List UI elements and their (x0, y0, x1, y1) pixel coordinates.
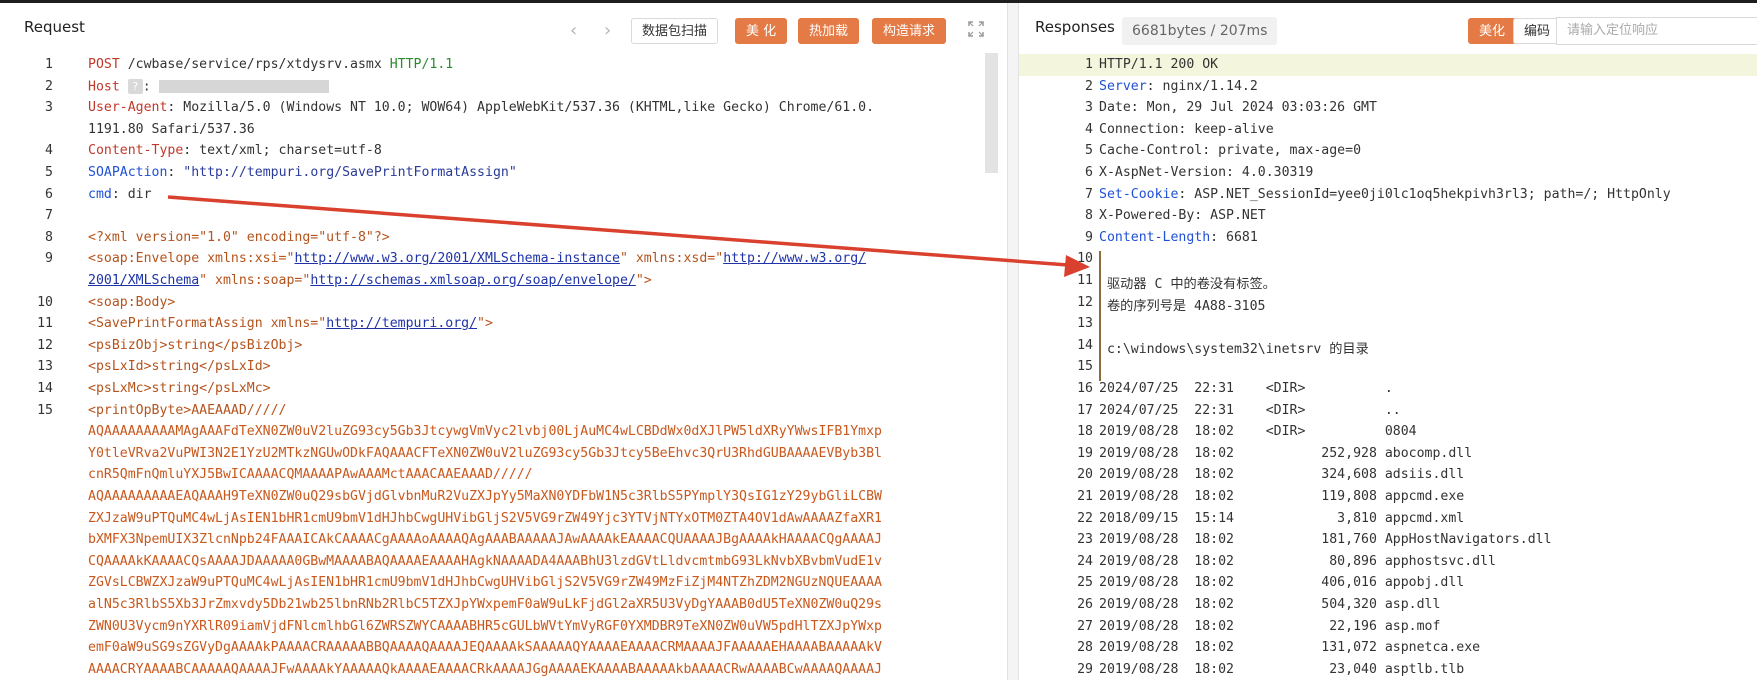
annotation-arrow (167, 195, 1090, 277)
